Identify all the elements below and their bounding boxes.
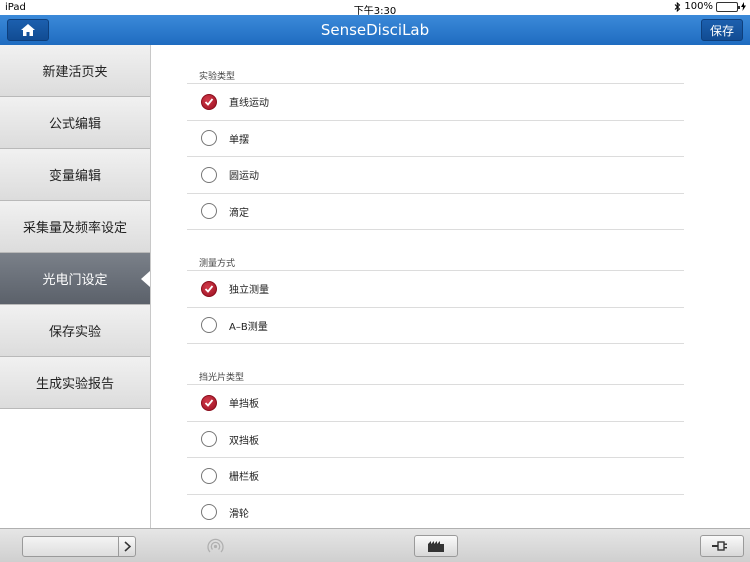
option-label: 单摆: [229, 134, 249, 146]
signal-icon[interactable]: [207, 538, 224, 554]
radio-checked-icon[interactable]: [201, 93, 217, 110]
radio-unchecked-icon[interactable]: [201, 431, 217, 448]
radio-unchecked-icon[interactable]: [201, 130, 217, 147]
video-button[interactable]: [414, 535, 458, 557]
option-row[interactable]: 直线运动: [187, 84, 684, 121]
radio-unchecked-icon[interactable]: [201, 203, 217, 220]
option-label: 独立测量: [229, 285, 269, 297]
option-row[interactable]: 单摆: [187, 121, 684, 157]
option-row[interactable]: 滑轮: [187, 495, 684, 529]
battery-icon: [716, 1, 740, 12]
device-selector[interactable]: [22, 536, 136, 557]
option-row[interactable]: 双挡板: [187, 422, 684, 458]
option-row[interactable]: 独立测量: [187, 271, 684, 308]
option-row[interactable]: 滴定: [187, 194, 684, 230]
sidebar-item-save-experiment[interactable]: 保存实验: [0, 305, 150, 357]
charging-icon: [741, 2, 746, 11]
option-label: 栅栏板: [229, 472, 259, 484]
save-button[interactable]: 保存: [701, 19, 743, 41]
battery-percent: 100%: [684, 1, 713, 12]
sidebar-item-formula-edit[interactable]: 公式编辑: [0, 97, 150, 149]
film-icon: [428, 540, 444, 552]
plug-icon: [712, 541, 727, 551]
section-measurement-mode: 测量方式 独立测量 A–B测量: [187, 249, 684, 344]
section-title: 挡光片类型: [187, 363, 684, 385]
radio-unchecked-icon[interactable]: [201, 467, 217, 484]
option-label: 滑轮: [229, 508, 249, 520]
option-label: 滴定: [229, 207, 249, 219]
connection-button[interactable]: [700, 535, 744, 557]
option-row[interactable]: 单挡板: [187, 385, 684, 422]
chevron-right-icon[interactable]: [119, 536, 136, 557]
nav-bar: SenseDisciLab 保存: [0, 15, 750, 45]
section-title: 实验类型: [187, 62, 684, 84]
option-label: 直线运动: [229, 98, 269, 110]
radio-unchecked-icon[interactable]: [201, 166, 217, 183]
option-row[interactable]: 圆运动: [187, 157, 684, 194]
sidebar: 新建活页夹 公式编辑 变量编辑 采集量及频率设定 光电门设定 保存实验 生成实验…: [0, 45, 151, 528]
sidebar-item-new-binder[interactable]: 新建活页夹: [0, 45, 150, 97]
option-row[interactable]: A–B测量: [187, 308, 684, 344]
radio-checked-icon[interactable]: [201, 394, 217, 411]
option-label: A–B测量: [229, 321, 268, 333]
section-shutter-type: 挡光片类型 单挡板 双挡板 栅栏板 滑轮: [187, 363, 684, 528]
radio-checked-icon[interactable]: [201, 280, 217, 297]
status-right: 100%: [674, 1, 746, 12]
settings-panel: 实验类型 直线运动 单摆 圆运动 滴定 测量方式 独立测量 A–B测量 挡光片类…: [152, 45, 750, 528]
bluetooth-icon: [675, 1, 681, 12]
app-title: SenseDisciLab: [320, 21, 430, 39]
sidebar-item-sampling-settings[interactable]: 采集量及频率设定: [0, 201, 150, 253]
radio-unchecked-icon[interactable]: [201, 504, 217, 521]
sidebar-item-variable-edit[interactable]: 变量编辑: [0, 149, 150, 201]
radio-unchecked-icon[interactable]: [201, 317, 217, 334]
option-label: 双挡板: [229, 435, 259, 447]
option-row[interactable]: 栅栏板: [187, 458, 684, 495]
sidebar-item-generate-report[interactable]: 生成实验报告: [0, 357, 150, 409]
status-bar: iPad 下午3:30 100%: [0, 0, 750, 17]
section-experiment-type: 实验类型 直线运动 单摆 圆运动 滴定: [187, 62, 684, 230]
device-selector-field[interactable]: [22, 536, 119, 557]
sidebar-item-photogate-settings[interactable]: 光电门设定: [0, 253, 150, 305]
section-title: 测量方式: [187, 249, 684, 271]
option-label: 圆运动: [229, 171, 259, 183]
option-label: 单挡板: [229, 399, 259, 411]
bottom-toolbar: [0, 528, 750, 562]
